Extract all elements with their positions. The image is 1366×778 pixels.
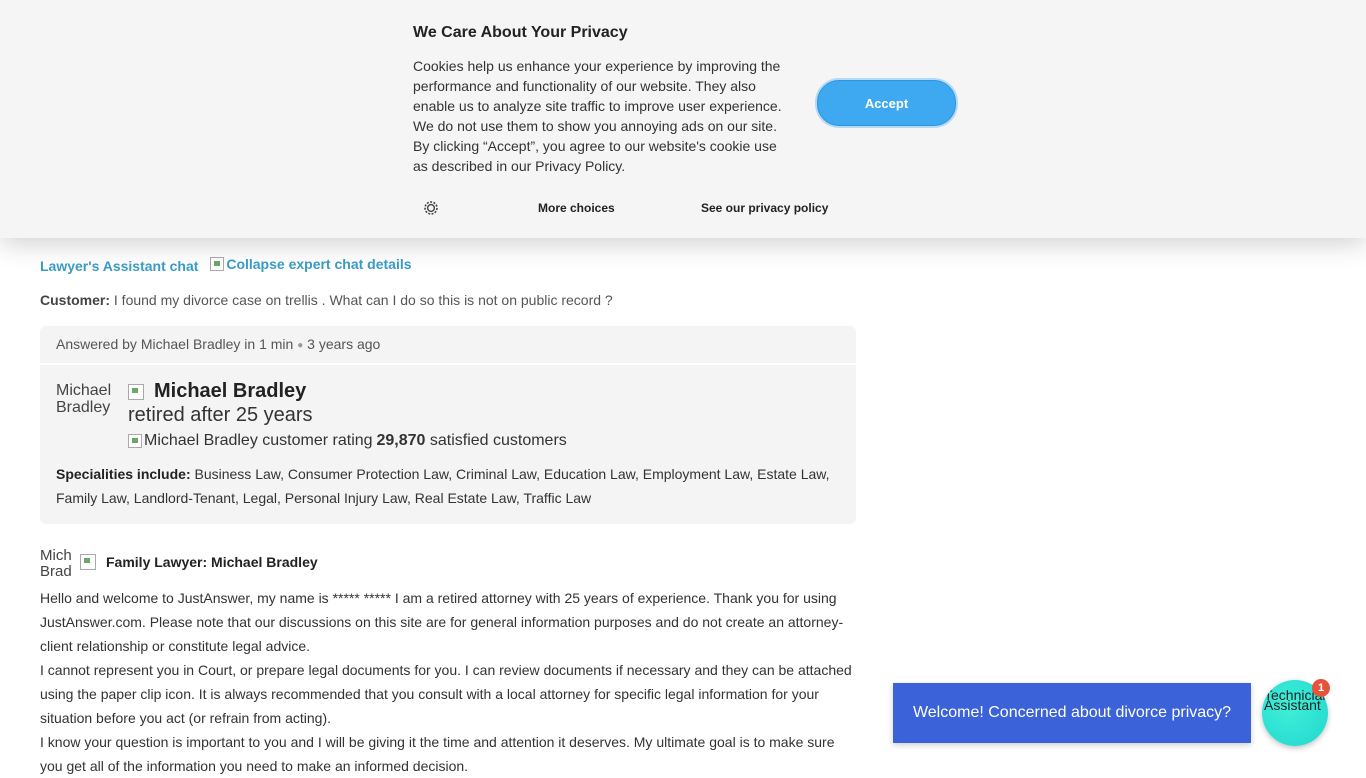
satisfied-count: 29,870 — [376, 432, 426, 449]
collapse-details-button[interactable]: Collapse expert chat details — [210, 256, 412, 272]
chat-header: Lawyer's Assistant chat Collapse expert … — [40, 256, 412, 274]
verified-badge-icon — [128, 383, 144, 400]
expert-rating: Michael Bradley customer rating 29,870 s… — [128, 432, 567, 450]
answered-by-text: Answered by Michael Bradley in 1 min — [56, 336, 294, 352]
message-avatar: Michael Bradley — [40, 548, 72, 576]
customer-label: Customer: — [40, 292, 111, 308]
card-divider — [40, 363, 856, 365]
expert-subtitle: retired after 25 years — [128, 404, 313, 426]
specialities: Specialities include: Business Law, Cons… — [56, 462, 846, 510]
accept-button[interactable]: Accept — [817, 80, 956, 126]
message-paragraph: I cannot represent you in Court, or prep… — [40, 662, 852, 726]
message-paragraph: Hello and welcome to JustAnswer, my name… — [40, 590, 844, 654]
message-body: Hello and welcome to JustAnswer, my name… — [40, 586, 860, 778]
chat-header-title[interactable]: Lawyer's Assistant chat — [40, 258, 198, 274]
notification-badge: 1 — [1312, 679, 1330, 697]
customer-question: Customer: I found my divorce case on tre… — [40, 292, 613, 308]
welcome-chat-prompt[interactable]: Welcome! Concerned about divorce privacy… — [893, 683, 1251, 743]
dot-separator: ● — [297, 339, 304, 351]
privacy-policy-link[interactable]: See our privacy policy — [701, 201, 828, 215]
verified-badge-icon — [80, 554, 96, 570]
expert-answer-card: Answered by Michael Bradley in 1 min ● 3… — [40, 326, 856, 524]
cookie-settings-icon[interactable] — [423, 200, 439, 216]
answer-time-ago: 3 years ago — [307, 336, 381, 352]
specialities-label: Specialities include: — [56, 466, 191, 482]
expert-name-text: Michael Bradley — [154, 380, 307, 402]
cookie-banner-title: We Care About Your Privacy — [413, 24, 628, 41]
answered-by-line: Answered by Michael Bradley in 1 min ● 3… — [56, 336, 380, 352]
cookie-banner: We Care About Your Privacy Cookies help … — [0, 0, 1366, 238]
customer-question-text: I found my divorce case on trellis . Wha… — [113, 292, 613, 308]
expert-name: Michael Bradley — [128, 380, 306, 403]
message-paragraph: I know your question is important to you… — [40, 734, 835, 774]
rating-stars-image: Michael Bradley customer rating — [128, 432, 372, 450]
satisfied-label: satisfied customers — [429, 432, 567, 449]
more-choices-button[interactable]: More choices — [538, 201, 615, 215]
broken-image-icon — [210, 257, 225, 271]
message-author: Family Lawyer: Michael Bradley — [106, 554, 318, 570]
collapse-details-alt: Collapse expert chat details — [226, 256, 412, 272]
message-header: Michael Bradley Family Lawyer: Michael B… — [40, 548, 318, 576]
expert-avatar: Michael Bradley — [56, 382, 112, 416]
cookie-banner-text: Cookies help us enhance your experience … — [413, 58, 782, 174]
rating-alt-text: Michael Bradley customer rating — [144, 432, 372, 449]
broken-image-icon — [128, 433, 142, 448]
